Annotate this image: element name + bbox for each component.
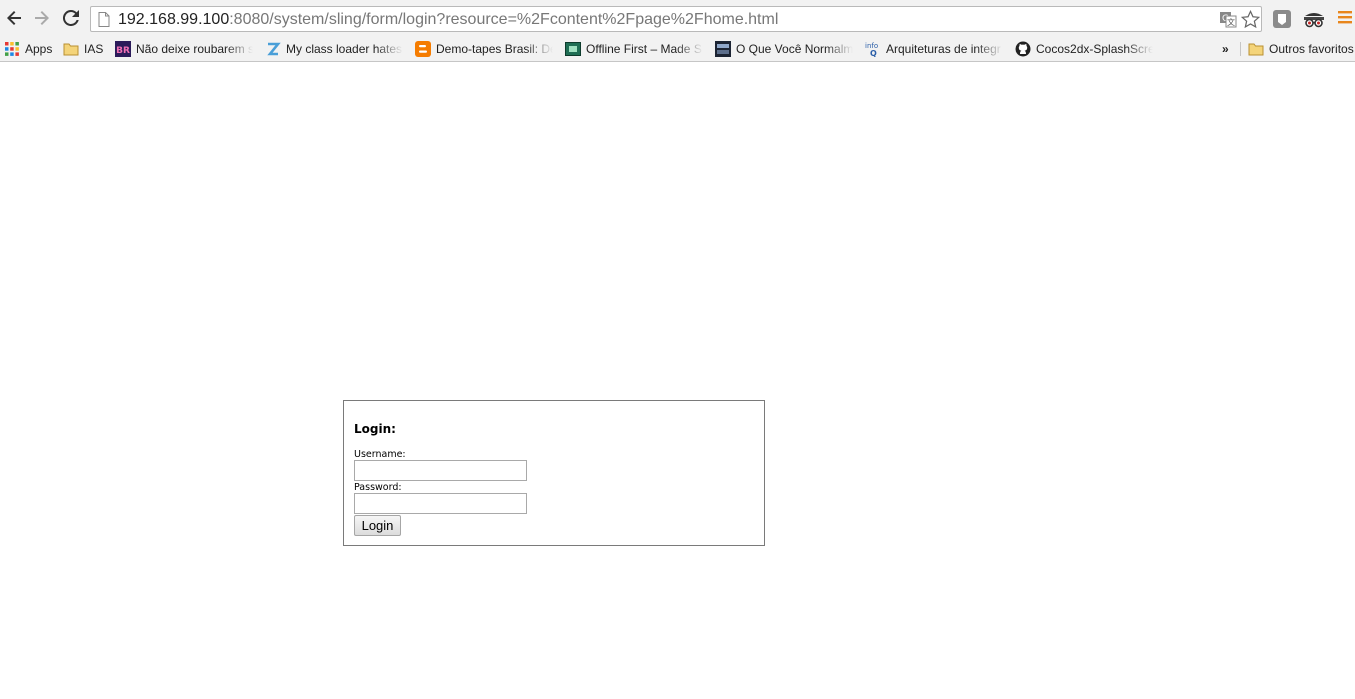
avatar-site-icon xyxy=(715,41,731,57)
blogger-icon xyxy=(415,41,431,57)
chevron-double-right-icon: » xyxy=(1222,42,1229,56)
bookmarks-bar: Apps IAS BR Não deixe roubarem s My clas… xyxy=(0,36,1355,62)
translate-icon[interactable]: G文 xyxy=(1219,10,1237,28)
back-button[interactable] xyxy=(4,8,24,28)
chrome-menu-icon[interactable] xyxy=(1338,9,1352,25)
bookmark-nao-deixe[interactable]: BR Não deixe roubarem s xyxy=(115,39,253,59)
bookmark-label: Outros favoritos xyxy=(1269,42,1354,56)
bookmark-offline-first[interactable]: Offline First – Made Si xyxy=(565,39,703,59)
reload-icon xyxy=(63,10,79,26)
svg-text:文: 文 xyxy=(1227,17,1235,27)
login-form: Login: Username: Password: Login xyxy=(343,400,765,546)
bookmark-cocos2dx[interactable]: Cocos2dx-SplashScree xyxy=(1015,39,1153,59)
folder-icon xyxy=(1248,41,1264,57)
bookmark-class-loader[interactable]: My class loader hates xyxy=(265,39,403,59)
bookmark-label: Não deixe roubarem s xyxy=(136,42,253,56)
bookmarks-divider xyxy=(1240,42,1241,56)
forward-button[interactable] xyxy=(32,8,52,28)
bookmark-label: My class loader hates xyxy=(286,42,403,56)
bookmark-o-que-voce[interactable]: O Que Você Normalm xyxy=(715,39,853,59)
offline-first-icon xyxy=(565,41,581,57)
address-bar[interactable]: 192.168.99.100:8080/system/sling/form/lo… xyxy=(90,6,1262,32)
svg-text:Q: Q xyxy=(870,49,877,57)
url-host: 192.168.99.100 xyxy=(118,11,230,28)
bookmarks-overflow-button[interactable]: » xyxy=(1222,39,1234,59)
password-label: Password: xyxy=(354,482,402,493)
bookmark-apps[interactable]: Apps xyxy=(4,39,56,59)
incognito-mask-icon[interactable] xyxy=(1303,9,1325,29)
z-site-icon xyxy=(265,41,281,57)
folder-icon xyxy=(63,41,79,57)
infoq-icon: info Q xyxy=(865,41,881,57)
page-icon xyxy=(98,12,110,27)
browser-toolbar: 192.168.99.100:8080/system/sling/form/lo… xyxy=(0,0,1355,36)
password-input[interactable] xyxy=(354,493,527,514)
bookmark-label: Offline First – Made Si xyxy=(586,42,703,56)
login-title: Login: xyxy=(354,422,396,436)
bookmark-label: Cocos2dx-SplashScree xyxy=(1036,42,1153,56)
bookmark-label: IAS xyxy=(84,42,104,56)
bookmark-arquiteturas[interactable]: info Q Arquiteturas de integr xyxy=(865,39,1003,59)
username-input[interactable] xyxy=(354,460,527,481)
reload-button[interactable] xyxy=(61,8,81,28)
back-arrow-icon xyxy=(7,11,21,25)
url-path: :8080/system/sling/form/login?resource=%… xyxy=(229,11,779,28)
bookmark-label: Demo-tapes Brasil: De xyxy=(436,42,553,56)
bookmark-label: O Que Você Normalm xyxy=(736,42,853,56)
svg-text:BR: BR xyxy=(116,46,130,56)
login-button[interactable]: Login xyxy=(354,515,401,536)
bookmark-other-favorites[interactable]: Outros favoritos xyxy=(1248,39,1355,59)
apps-grid-icon xyxy=(4,41,20,57)
star-bookmark-icon[interactable] xyxy=(1241,10,1260,29)
github-icon xyxy=(1015,41,1031,57)
bookmark-demo-tapes[interactable]: Demo-tapes Brasil: De xyxy=(415,39,553,59)
bookmark-label: Apps xyxy=(25,42,53,56)
br-site-icon: BR xyxy=(115,41,131,57)
forward-arrow-icon xyxy=(35,11,49,25)
username-label: Username: xyxy=(354,449,406,460)
url-text: 192.168.99.100:8080/system/sling/form/lo… xyxy=(118,10,778,29)
extension-shield-icon[interactable] xyxy=(1272,9,1292,29)
bookmark-ias[interactable]: IAS xyxy=(63,39,108,59)
bookmark-label: Arquiteturas de integr xyxy=(886,42,1001,56)
